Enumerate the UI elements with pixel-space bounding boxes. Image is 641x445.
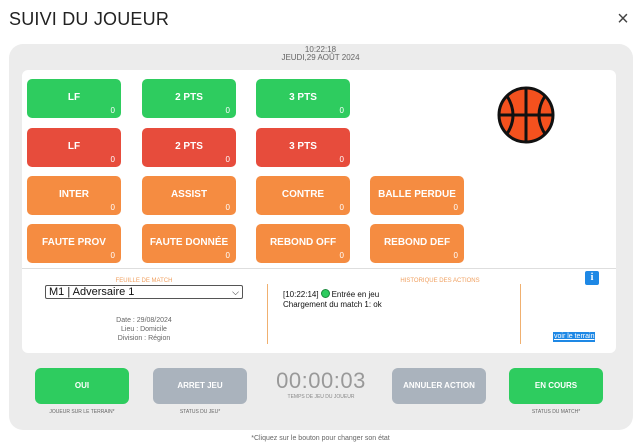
button-label: FAUTE DONNÉE [149, 237, 229, 248]
button-label: 3 PTS [289, 92, 317, 103]
on-court-status-label: JOUEUR SUR LE TERRAIN* [49, 409, 115, 415]
close-icon[interactable]: × [613, 8, 633, 31]
match-select[interactable]: M1 | Adversaire 1 ⌵ [45, 285, 243, 299]
button-turnover[interactable]: BALLE PERDUE 0 [370, 176, 464, 215]
match-sheet-label: FEUILLE DE MATCH [115, 278, 173, 284]
button-offensive-rebound[interactable]: REBOND OFF 0 [256, 224, 350, 263]
history-entry: [10:22:14] Entrée en jeu [283, 289, 382, 300]
button-assist[interactable]: ASSIST 0 [142, 176, 236, 215]
button-missed-2pts[interactable]: 2 PTS 0 [142, 128, 236, 167]
button-count: 0 [339, 106, 344, 115]
match-division: Division : Région [117, 335, 171, 342]
stop-game-button[interactable]: ARRET JEU [153, 368, 247, 404]
footnote: *Cliquez sur le bouton pour changer son … [251, 435, 390, 442]
section-divider [22, 268, 616, 269]
column-divider [520, 284, 521, 344]
game-status-label: STATUS DU JEU* [179, 409, 221, 415]
button-label: LF [67, 141, 81, 152]
button-count: 0 [225, 251, 230, 260]
button-count: 0 [110, 203, 115, 212]
player-tracking-dialog: SUIVI DU JOUEUR × 10:22:18 JEUDI,29 AOÛT… [0, 0, 641, 445]
history-log: [10:22:14] Entrée en jeu Chargement du ma… [283, 289, 382, 310]
history-entry-text: Entrée en jeu [331, 290, 380, 299]
button-count: 0 [225, 155, 230, 164]
button-count: 0 [339, 203, 344, 212]
play-time-timer: 00:00:03 [276, 368, 366, 393]
view-court-link[interactable]: voir le terrain [553, 332, 596, 342]
button-missed-3pts[interactable]: 3 PTS 0 [256, 128, 350, 167]
button-foul-drawn[interactable]: FAUTE PROV 0 [27, 224, 121, 263]
button-count: 0 [110, 251, 115, 260]
button-label: 2 PTS [175, 92, 203, 103]
info-icon[interactable]: i [585, 271, 599, 285]
button-count: 0 [225, 203, 230, 212]
button-made-3pts[interactable]: 3 PTS 0 [256, 79, 350, 118]
undo-action-button[interactable]: ANNULER ACTION [392, 368, 486, 404]
button-label: 3 PTS [289, 141, 317, 152]
button-label: REBOND DEF [383, 237, 451, 248]
button-label: FAUTE PROV [42, 237, 106, 248]
chevron-down-icon: ⌵ [232, 287, 239, 297]
button-defensive-rebound[interactable]: REBOND DEF 0 [370, 224, 464, 263]
button-count: 0 [453, 251, 458, 260]
button-count: 0 [453, 203, 458, 212]
match-date: Date : 29/08/2024 [116, 317, 172, 324]
button-block[interactable]: CONTRE 0 [256, 176, 350, 215]
button-count: 0 [339, 155, 344, 164]
history-entry: Chargement du match 1: ok [283, 300, 382, 309]
button-label: 2 PTS [175, 141, 203, 152]
status-dot-icon [320, 289, 330, 298]
basketball-icon [497, 86, 555, 149]
button-label: ASSIST [170, 189, 208, 200]
match-place: Lieu : Domicile [121, 326, 167, 333]
current-date: JEUDI,29 AOÛT 2024 [281, 53, 360, 62]
on-court-toggle-button[interactable]: OUI [35, 368, 129, 404]
button-label: BALLE PERDUE [378, 189, 456, 200]
button-missed-free-throw[interactable]: LF 0 [27, 128, 121, 167]
button-label: REBOND OFF [269, 237, 337, 248]
button-count: 0 [339, 251, 344, 260]
history-entry-time: [10:22:14] [283, 290, 319, 299]
button-label: LF [67, 92, 81, 103]
button-made-free-throw[interactable]: LF 0 [27, 79, 121, 118]
column-divider [267, 284, 268, 344]
history-label: HISTORIQUE DES ACTIONS [400, 278, 480, 284]
current-datetime: 10:22:18 JEUDI,29 AOÛT 2024 [0, 46, 641, 62]
button-count: 0 [225, 106, 230, 115]
button-count: 0 [110, 106, 115, 115]
button-foul-committed[interactable]: FAUTE DONNÉE 0 [142, 224, 236, 263]
button-interception[interactable]: INTER 0 [27, 176, 121, 215]
match-select-value: M1 | Adversaire 1 [49, 286, 135, 298]
play-time-label: TEMPS DE JEU DU JOUEUR [287, 394, 355, 400]
button-made-2pts[interactable]: 2 PTS 0 [142, 79, 236, 118]
button-label: CONTRE [281, 189, 325, 200]
match-status-button[interactable]: EN COURS [509, 368, 603, 404]
button-count: 0 [110, 155, 115, 164]
button-label: INTER [59, 189, 89, 200]
match-status-label: STATUS DU MATCH* [531, 409, 581, 415]
dialog-title: SUIVI DU JOUEUR [9, 9, 170, 29]
